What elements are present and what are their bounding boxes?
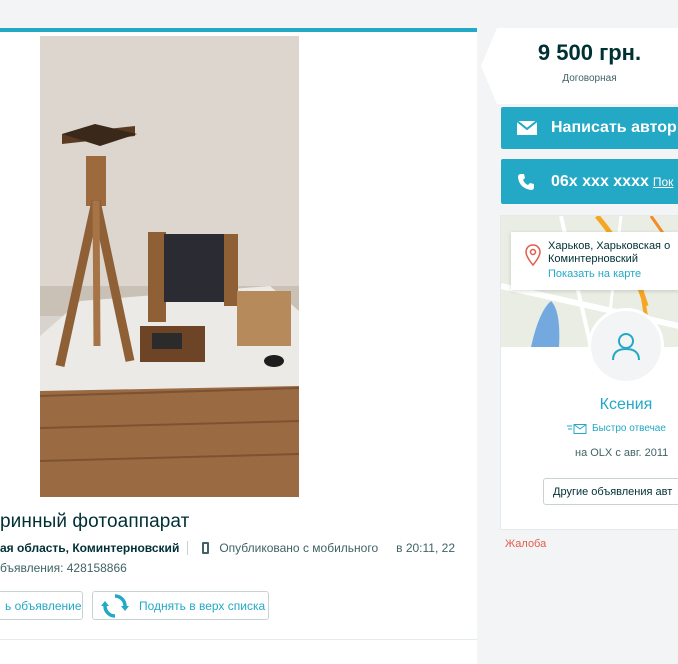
envelope-icon: [517, 121, 539, 135]
listing-location[interactable]: ая область, Коминтерновский: [0, 541, 179, 555]
location-popup: Харьков, Харьковская о Коминтерновский П…: [511, 232, 678, 290]
phone-icon: [517, 173, 539, 191]
price-box: 9 500 грн. Договорная: [481, 28, 678, 104]
fast-reply-badge: Быстро отвечае: [567, 423, 666, 434]
user-icon: [612, 333, 640, 361]
map-address-line2: Коминтерновский: [548, 253, 638, 265]
map-address: Харьков, Харьковская о Коминтерновский: [548, 240, 670, 266]
promote-label: Поднять в верх списка: [139, 598, 266, 613]
write-author-button[interactable]: Написать автор: [501, 107, 678, 149]
listing-meta: ая область, Коминтерновский Опубликовано…: [0, 541, 455, 555]
phone-button[interactable]: 06x xxx xxxx Пок: [501, 159, 678, 204]
map-address-line1: Харьков, Харьковская о: [548, 240, 671, 252]
avatar: [588, 308, 664, 384]
complaint-link[interactable]: Жалоба: [505, 538, 546, 550]
divider: [0, 639, 477, 640]
other-ads-label: Другие объявления авт: [553, 485, 673, 498]
seller-card: Харьков, Харьковская о Коминтерновский П…: [500, 215, 678, 530]
divider: [187, 541, 189, 555]
refresh-icon: [101, 593, 129, 618]
phone-number: 06x xxx xxxx: [551, 172, 649, 190]
ad-id: бъявления: 428158866: [0, 561, 127, 575]
seller-since: на OLX с авг. 2011: [575, 447, 669, 459]
promote-button[interactable]: Поднять в верх списка: [92, 591, 269, 620]
listing-title: ринный фотоаппарат: [0, 511, 190, 532]
published-label: Опубликовано с мобильного: [219, 541, 379, 555]
other-ads-button[interactable]: Другие объявления авт: [543, 478, 678, 505]
mobile-icon: [202, 542, 210, 554]
map-pin-icon: [525, 244, 541, 266]
save-ad-button[interactable]: ь объявление: [0, 591, 83, 620]
fast-reply-label: Быстро отвечае: [592, 423, 666, 434]
price-value: 9 500 грн.: [537, 40, 642, 65]
listing-card: ринный фотоаппарат ая область, Коминтерн…: [0, 28, 477, 664]
listing-photo[interactable]: [40, 36, 299, 497]
camera-photo-image: [40, 36, 299, 497]
write-author-label: Написать автор: [551, 119, 677, 136]
show-on-map-link[interactable]: Показать на карте: [548, 268, 641, 280]
fast-envelope-icon: [567, 423, 587, 434]
show-phone-link[interactable]: Пок: [653, 175, 674, 189]
price-note: Договорная: [562, 73, 617, 84]
save-ad-label: ь объявление: [5, 598, 82, 613]
published-time: в 20:11, 22: [396, 541, 455, 555]
seller-name[interactable]: Ксения: [501, 396, 678, 414]
